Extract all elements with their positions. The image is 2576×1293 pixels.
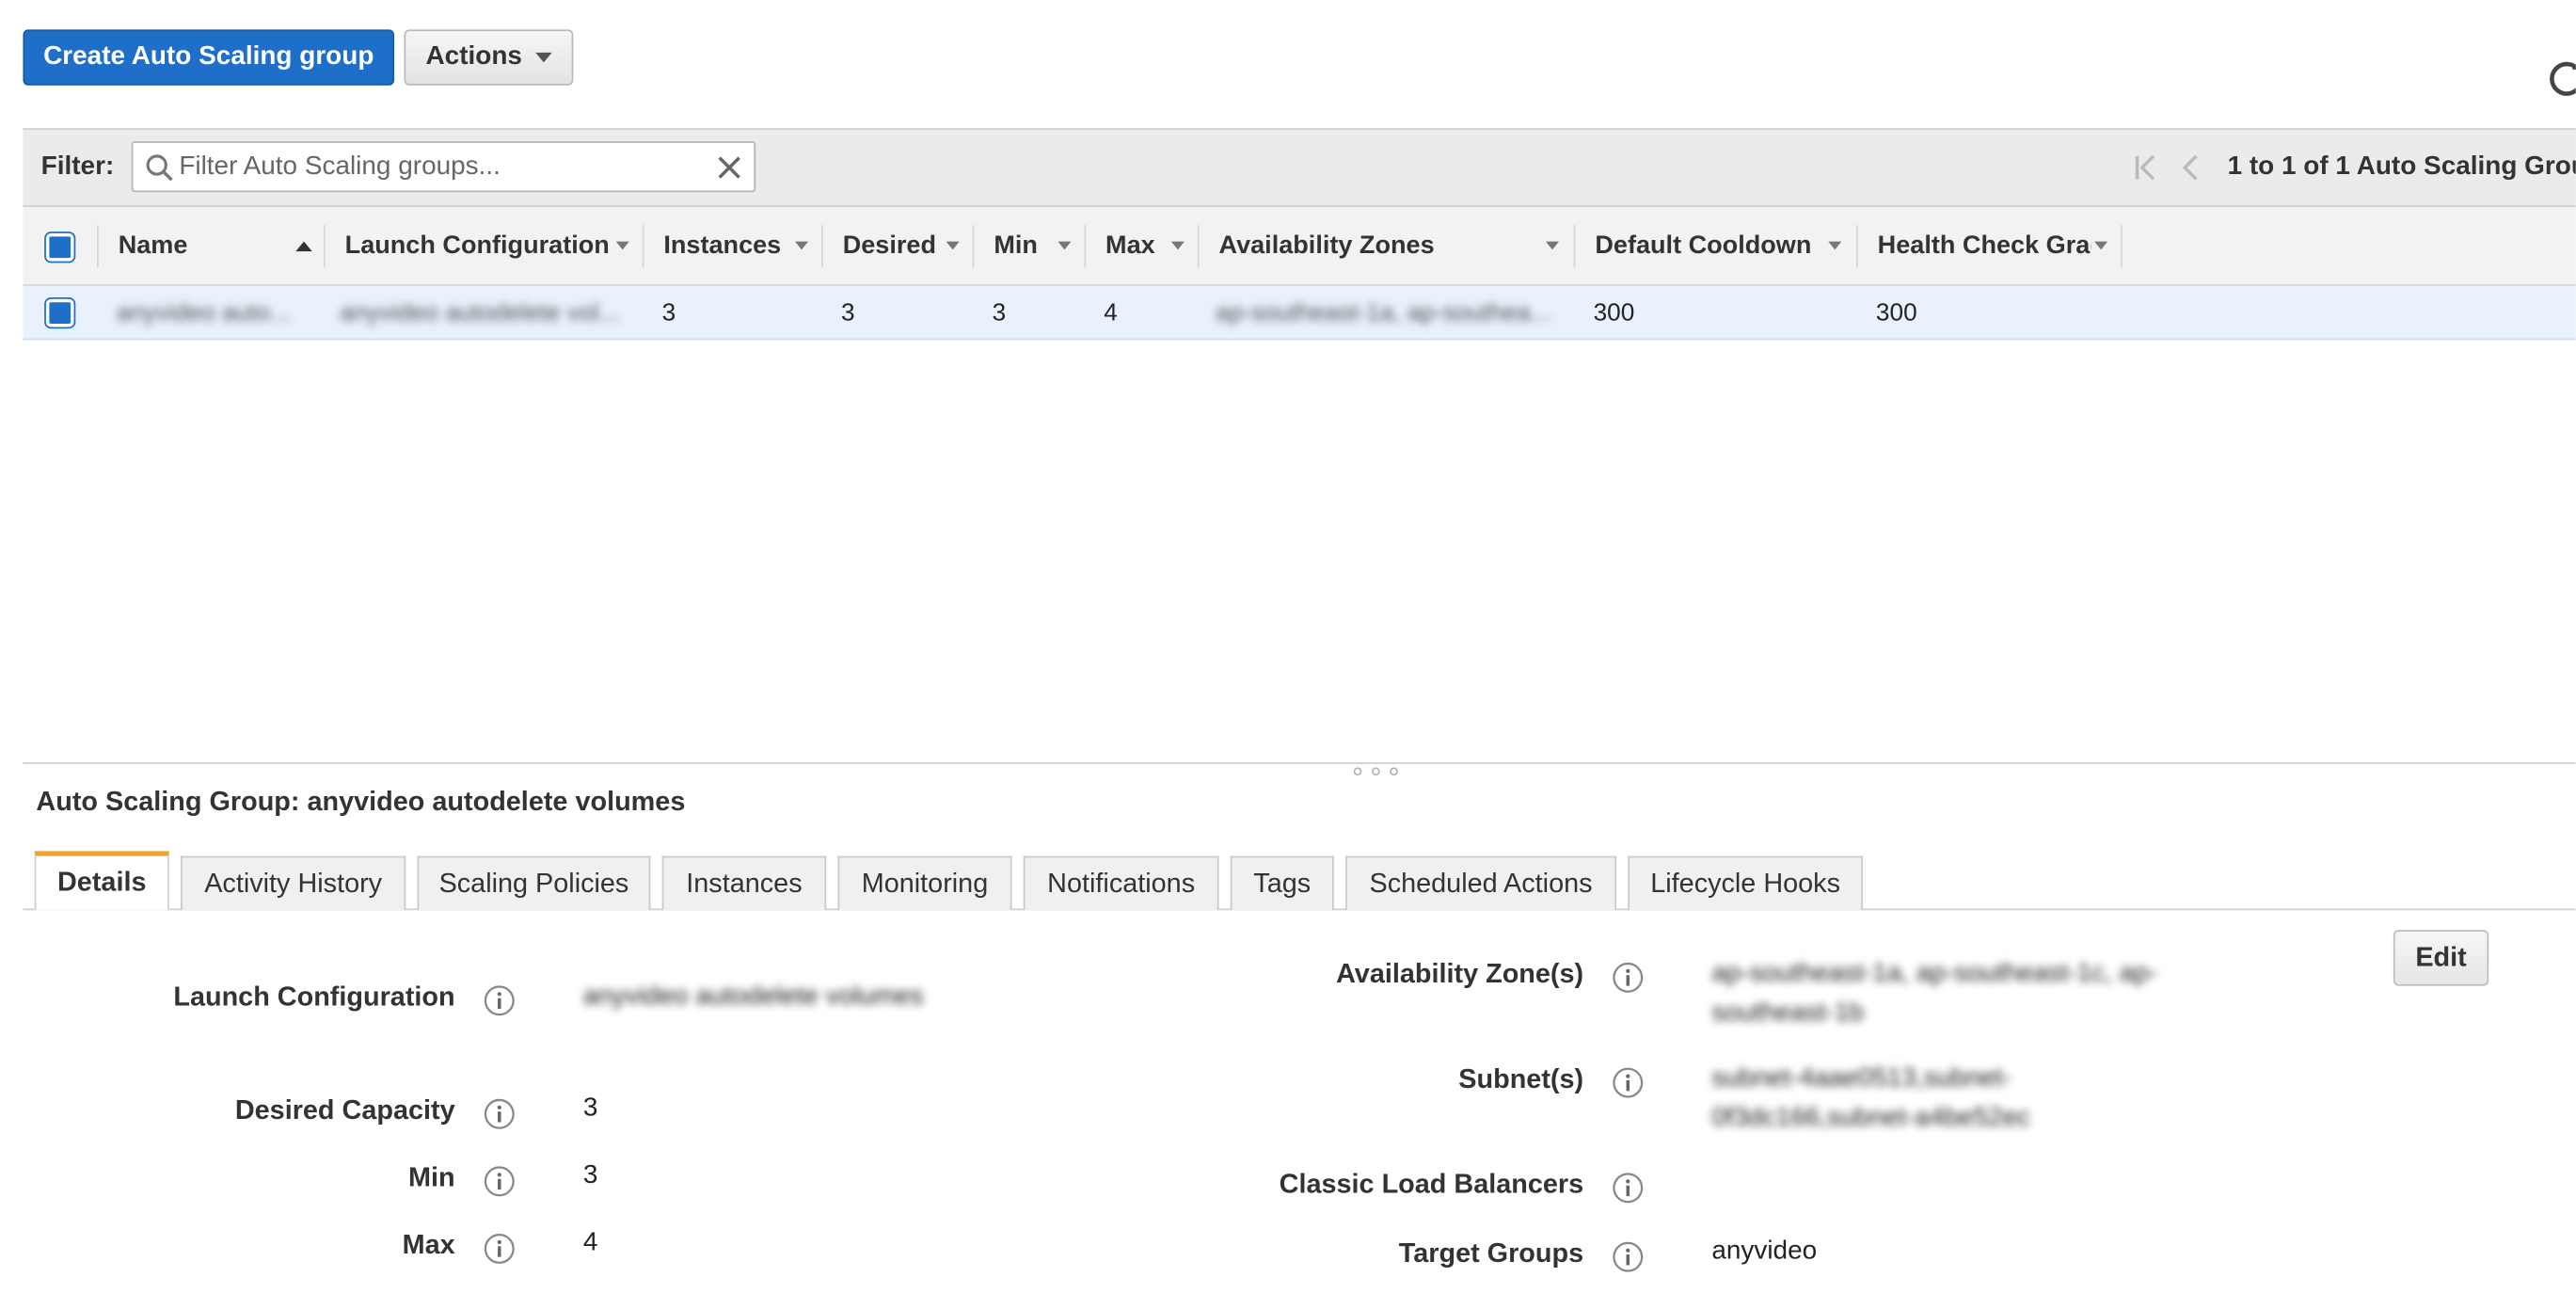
subnets-label: Subnet(s) xyxy=(1458,1064,1584,1094)
column-header-availability-zones[interactable]: Availability Zones xyxy=(1219,207,1532,286)
chevron-down-icon xyxy=(534,52,552,63)
subnets-value-continued: 0f3dc166,subnet-a4be52ec xyxy=(1711,1104,2030,1132)
first-page-icon[interactable] xyxy=(2132,152,2158,182)
column-header-health-check-grace-period[interactable]: Health Check Grace Period xyxy=(1878,207,2091,286)
info-icon[interactable] xyxy=(1612,1172,1645,1205)
target-groups-value[interactable]: anyvideo xyxy=(1711,1237,1817,1267)
availability-zones-label: Availability Zone(s) xyxy=(1336,959,1584,990)
info-icon[interactable] xyxy=(483,1165,516,1198)
tab-activity-history[interactable]: Activity History xyxy=(181,855,406,911)
sort-ascending-icon xyxy=(295,241,312,252)
cell-health-check-grace-period: 300 xyxy=(1875,298,1917,327)
chevron-down-icon xyxy=(795,241,809,250)
column-header-launch-configuration[interactable]: Launch Configuration / Template xyxy=(345,207,613,286)
pagination-summary: 1 to 1 of 1 Auto Scaling Groups xyxy=(2227,152,2576,182)
splitter-grip-dot xyxy=(1390,767,1398,776)
select-all-checkbox[interactable] xyxy=(44,231,76,263)
column-divider xyxy=(97,225,99,268)
chevron-down-icon xyxy=(615,241,629,250)
column-divider xyxy=(323,225,326,268)
cell-name: anyvideo auto... xyxy=(116,298,291,327)
info-icon[interactable] xyxy=(1612,961,1645,994)
column-divider xyxy=(1855,225,1858,268)
launch-configuration-value[interactable]: anyvideo autodelete volumes xyxy=(583,982,924,1012)
chevron-down-icon xyxy=(1545,241,1559,250)
column-divider xyxy=(2121,225,2123,268)
column-header-max[interactable]: Max xyxy=(1105,207,1163,286)
detail-pane-title: Auto Scaling Group: anyvideo autodelete … xyxy=(36,787,686,817)
cell-desired: 3 xyxy=(840,298,855,327)
max-value: 4 xyxy=(582,1229,598,1257)
chevron-down-icon xyxy=(1170,241,1185,250)
column-divider xyxy=(1084,225,1087,268)
column-divider xyxy=(972,225,975,268)
refresh-icon[interactable] xyxy=(2543,56,2576,102)
column-header-instances[interactable]: Instances xyxy=(663,207,787,286)
create-auto-scaling-group-button[interactable]: Create Auto Scaling group xyxy=(23,29,395,86)
filter-label: Filter: xyxy=(40,152,115,182)
tab-monitoring[interactable]: Monitoring xyxy=(837,855,1012,911)
column-divider xyxy=(821,225,823,268)
info-icon[interactable] xyxy=(1612,1240,1645,1273)
row-select-checkbox[interactable] xyxy=(44,297,76,329)
cell-availability-zones: ap-southeast-1a, ap-southea... xyxy=(1216,298,1551,327)
launch-configuration-label: Launch Configuration xyxy=(173,982,455,1013)
cell-instances: 3 xyxy=(661,298,676,327)
tab-details[interactable]: Details xyxy=(34,851,169,911)
chevron-down-icon xyxy=(1057,241,1072,250)
desired-capacity-value: 3 xyxy=(582,1093,598,1123)
info-icon[interactable] xyxy=(483,1233,516,1266)
column-header-min[interactable]: Min xyxy=(994,207,1051,286)
actions-label: Actions xyxy=(425,42,522,72)
cell-launch-configuration: anyvideo autodelete vol... xyxy=(340,298,620,327)
column-divider xyxy=(642,225,644,268)
edit-button[interactable]: Edit xyxy=(2393,930,2489,986)
chevron-down-icon xyxy=(1828,241,1842,250)
filter-placeholder: Filter Auto Scaling groups... xyxy=(179,152,501,182)
tab-lifecycle-hooks[interactable]: Lifecycle Hooks xyxy=(1628,855,1863,911)
column-header-default-cooldown[interactable]: Default Cooldown xyxy=(1595,207,1824,286)
column-divider xyxy=(1573,225,1576,268)
splitter-grip-dot xyxy=(1371,767,1380,776)
tab-notifications[interactable]: Notifications xyxy=(1023,855,1219,911)
target-groups-label: Target Groups xyxy=(1398,1238,1584,1269)
splitter-grip-dot xyxy=(1353,767,1362,776)
cell-min: 3 xyxy=(992,298,1007,327)
cell-default-cooldown: 300 xyxy=(1593,298,1635,327)
min-value: 3 xyxy=(582,1161,598,1190)
info-icon[interactable] xyxy=(483,1097,516,1130)
tab-scaling-policies[interactable]: Scaling Policies xyxy=(417,855,651,911)
column-header-name[interactable]: Name xyxy=(119,207,283,286)
chevron-down-icon xyxy=(2094,241,2108,250)
subnets-value: subnet-4aae0513,subnet- xyxy=(1711,1064,2012,1093)
tab-instances[interactable]: Instances xyxy=(661,855,827,911)
desired-capacity-label: Desired Capacity xyxy=(234,1095,455,1126)
tab-tags[interactable]: Tags xyxy=(1230,855,1334,911)
cell-max: 4 xyxy=(1104,298,1118,327)
max-label: Max xyxy=(402,1230,455,1261)
chevron-down-icon xyxy=(946,241,960,250)
previous-page-icon[interactable] xyxy=(2178,152,2204,182)
pane-splitter[interactable] xyxy=(23,762,2576,764)
tab-scheduled-actions[interactable]: Scheduled Actions xyxy=(1344,855,1617,911)
availability-zones-value: ap-southeast-1a, ap-southeast-1c, ap- xyxy=(1711,959,2157,988)
info-icon[interactable] xyxy=(1612,1066,1645,1099)
column-divider xyxy=(1197,225,1200,268)
availability-zones-value-continued: southeast-1b xyxy=(1711,998,1864,1028)
classic-load-balancers-label: Classic Load Balancers xyxy=(1279,1170,1584,1200)
min-label: Min xyxy=(408,1163,455,1193)
column-header-desired[interactable]: Desired xyxy=(843,207,942,286)
search-icon xyxy=(146,154,173,182)
actions-dropdown-button[interactable]: Actions xyxy=(404,29,574,86)
close-icon[interactable] xyxy=(715,152,744,182)
info-icon[interactable] xyxy=(483,984,516,1017)
